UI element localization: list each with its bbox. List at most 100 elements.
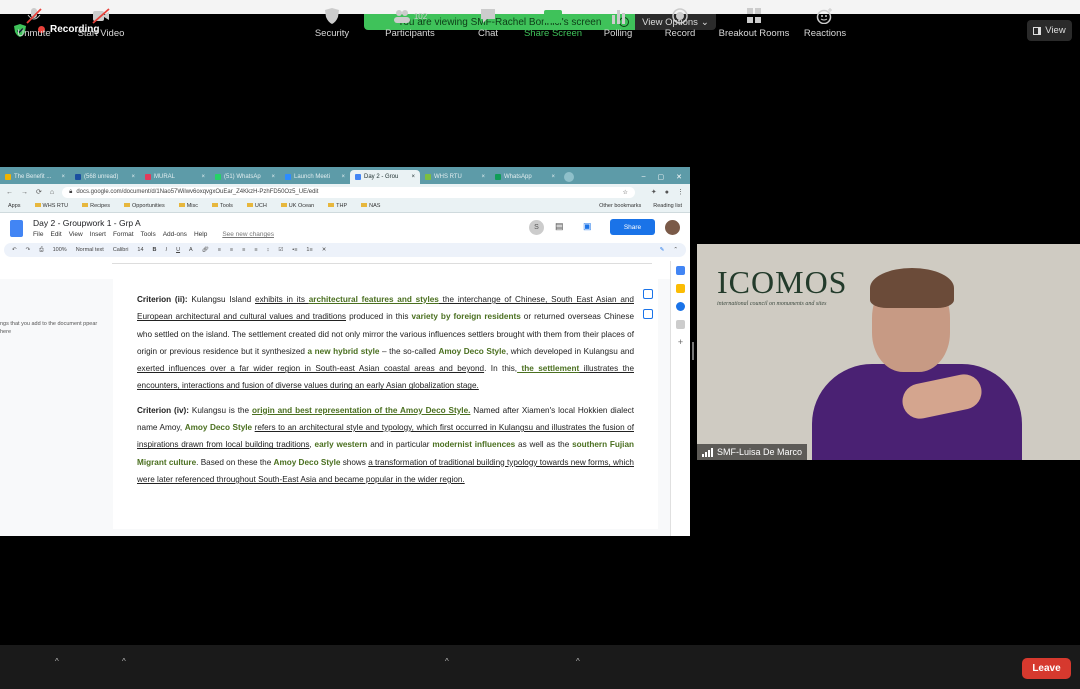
browser-tab[interactable]: (51) WhatsAp × bbox=[210, 170, 280, 184]
back-icon[interactable]: ← bbox=[6, 189, 13, 196]
bookmark-item[interactable]: Misc bbox=[178, 203, 198, 209]
numbered-list-icon[interactable]: 1≡ bbox=[306, 247, 312, 253]
security-button[interactable]: Security bbox=[312, 0, 352, 44]
font-size-input[interactable]: 14 bbox=[137, 247, 143, 253]
other-bookmarks[interactable]: Other bookmarks bbox=[599, 203, 641, 209]
bookmark-item[interactable]: UK Ocean bbox=[280, 203, 314, 209]
minimize-icon[interactable]: – bbox=[642, 173, 646, 181]
ruler[interactable] bbox=[112, 257, 652, 264]
close-icon[interactable]: × bbox=[201, 174, 205, 180]
close-icon[interactable]: × bbox=[271, 174, 275, 180]
tasks-icon[interactable] bbox=[676, 302, 685, 311]
google-docs-logo-icon[interactable] bbox=[10, 219, 23, 237]
document-page[interactable]: Criterion (ii): Kulangsu Island exhibits… bbox=[113, 279, 658, 529]
bullet-list-icon[interactable]: •≡ bbox=[292, 247, 297, 253]
add-addon-icon[interactable]: + bbox=[676, 338, 685, 347]
collaborator-avatar[interactable]: S bbox=[529, 220, 544, 235]
share-options-caret-icon[interactable]: ^ bbox=[576, 657, 580, 666]
video-options-caret-icon[interactable]: ^ bbox=[122, 657, 126, 666]
browser-tab-active[interactable]: Day 2 - Grou × bbox=[350, 170, 420, 184]
bookmark-item[interactable]: Tools bbox=[212, 203, 233, 209]
paragraph-criterion-iv[interactable]: Criterion (iv): Kulangsu is the origin a… bbox=[137, 402, 634, 488]
forward-icon[interactable]: → bbox=[21, 189, 28, 196]
checklist-icon[interactable]: ☑ bbox=[278, 247, 283, 253]
add-comment-icon[interactable] bbox=[643, 289, 653, 299]
browser-tab[interactable]: WHS RTU × bbox=[420, 170, 490, 184]
unmute-button[interactable]: Unmute bbox=[14, 0, 54, 44]
home-icon[interactable]: ⌂ bbox=[50, 189, 54, 196]
participants-caret-icon[interactable]: ^ bbox=[445, 657, 449, 666]
extension-icon[interactable]: ✦ bbox=[651, 188, 657, 196]
clear-format-icon[interactable]: ✕ bbox=[322, 247, 327, 253]
view-button[interactable]: View bbox=[1027, 20, 1072, 41]
paragraph-criterion-ii[interactable]: Criterion (ii): Kulangsu Island exhibits… bbox=[137, 291, 634, 395]
calendar-icon[interactable] bbox=[676, 266, 685, 275]
bookmark-item[interactable]: Recipes bbox=[82, 203, 110, 209]
close-window-icon[interactable]: ✕ bbox=[676, 173, 682, 181]
style-select[interactable]: Normal text bbox=[76, 247, 104, 253]
reload-icon[interactable]: ⟳ bbox=[36, 188, 42, 196]
italic-icon[interactable]: I bbox=[166, 247, 168, 253]
close-icon[interactable]: × bbox=[61, 174, 65, 180]
browser-tab[interactable]: WhatsApp × bbox=[490, 170, 560, 184]
collapse-icon[interactable]: ⌃ bbox=[673, 247, 678, 253]
redo-icon[interactable]: ↷ bbox=[26, 247, 31, 253]
doc-title[interactable]: Day 2 - Groupwork 1 - Grp A bbox=[33, 218, 274, 228]
record-button[interactable]: Record bbox=[662, 0, 698, 44]
zoom-select[interactable]: 100% bbox=[53, 247, 67, 253]
start-video-button[interactable]: Start Video bbox=[76, 0, 126, 44]
share-button[interactable]: Share bbox=[610, 219, 655, 235]
edit-mode-icon[interactable]: ✎ bbox=[660, 247, 665, 253]
menu-help[interactable]: Help bbox=[194, 231, 207, 238]
participants-button[interactable]: 102 Participants bbox=[382, 0, 438, 44]
menu-tools[interactable]: Tools bbox=[141, 231, 156, 238]
bookmark-star-icon[interactable]: ☆ bbox=[623, 189, 628, 196]
reactions-button[interactable]: Reactions bbox=[802, 0, 848, 44]
browser-tab[interactable]: The Benefit ... × bbox=[0, 170, 70, 184]
close-icon[interactable]: × bbox=[131, 174, 135, 180]
participant-video[interactable]: ICOMOS international council on monument… bbox=[697, 244, 1080, 460]
share-screen-button[interactable]: Share Screen bbox=[523, 0, 583, 44]
menu-format[interactable]: Format bbox=[113, 231, 134, 238]
bookmark-item[interactable]: UCH bbox=[246, 203, 267, 209]
audio-options-caret-icon[interactable]: ^ bbox=[55, 657, 59, 666]
breakout-rooms-button[interactable]: Breakout Rooms bbox=[715, 0, 793, 44]
line-spacing-icon[interactable]: ↕ bbox=[267, 247, 270, 253]
reading-list[interactable]: Reading list bbox=[653, 203, 682, 209]
polling-button[interactable]: Polling bbox=[600, 0, 636, 44]
text-color-icon[interactable]: A bbox=[189, 247, 193, 253]
address-bar[interactable]: 🔒︎ docs.google.com/document/d/1Nao57Wilw… bbox=[62, 186, 635, 198]
maximize-icon[interactable]: ▢ bbox=[658, 173, 665, 181]
close-icon[interactable]: × bbox=[481, 174, 485, 180]
keep-icon[interactable] bbox=[676, 284, 685, 293]
menu-file[interactable]: File bbox=[33, 231, 43, 238]
bookmark-item[interactable]: THP bbox=[328, 203, 347, 209]
comments-icon[interactable]: ▤ bbox=[555, 221, 564, 232]
menu-view[interactable]: View bbox=[69, 231, 83, 238]
align-left-icon[interactable]: ≡ bbox=[218, 247, 221, 253]
split-handle[interactable] bbox=[692, 342, 694, 360]
align-center-icon[interactable]: ≡ bbox=[230, 247, 233, 253]
menu-addons[interactable]: Add-ons bbox=[163, 231, 187, 238]
new-tab-button[interactable] bbox=[564, 172, 574, 182]
bookmark-apps[interactable]: Apps bbox=[8, 203, 21, 209]
close-icon[interactable]: × bbox=[411, 174, 415, 180]
profile-icon[interactable]: ● bbox=[665, 189, 669, 196]
user-avatar[interactable] bbox=[665, 220, 680, 235]
browser-tab[interactable]: Launch Meeti × bbox=[280, 170, 350, 184]
suggest-edit-icon[interactable] bbox=[643, 309, 653, 319]
see-new-changes-link[interactable]: See new changes bbox=[222, 231, 274, 238]
menu-insert[interactable]: Insert bbox=[90, 231, 106, 238]
shared-screen[interactable]: The Benefit ... × (568 unread) × MURAL × (5… bbox=[0, 167, 690, 536]
undo-icon[interactable]: ↶ bbox=[12, 247, 17, 253]
bookmark-item[interactable]: Opportunities bbox=[124, 203, 165, 209]
justify-icon[interactable]: ≡ bbox=[254, 247, 257, 253]
browser-tab[interactable]: (568 unread) × bbox=[70, 170, 140, 184]
print-icon[interactable]: ⎙ bbox=[39, 247, 43, 254]
chat-button[interactable]: Chat bbox=[473, 0, 503, 44]
align-right-icon[interactable]: ≡ bbox=[242, 247, 245, 253]
underline-icon[interactable]: U bbox=[176, 247, 180, 253]
close-icon[interactable]: × bbox=[341, 174, 345, 180]
menu-edit[interactable]: Edit bbox=[50, 231, 61, 238]
present-icon[interactable]: ▣ bbox=[583, 221, 592, 232]
